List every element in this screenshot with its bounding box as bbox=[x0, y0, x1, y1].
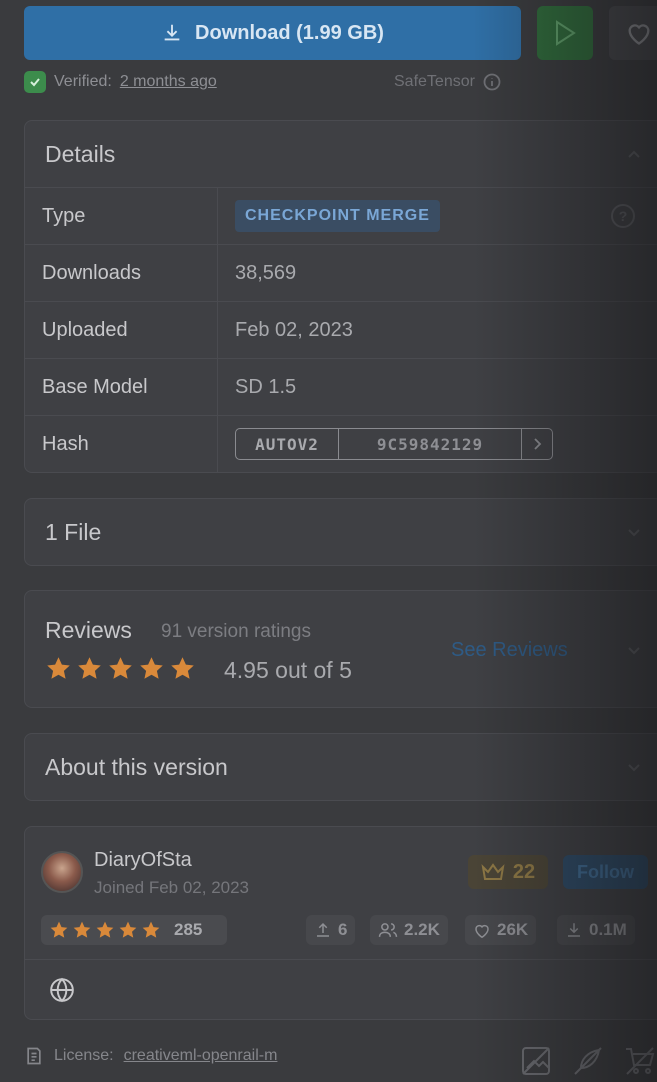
star-icon bbox=[47, 657, 70, 679]
globe-icon[interactable] bbox=[49, 977, 75, 1003]
type-badge: CHECKPOINT MERGE bbox=[235, 200, 440, 232]
creator-card: DiaryOfSta Joined Feb 02, 2023 22 Follow… bbox=[24, 826, 657, 1020]
star-icon bbox=[50, 921, 68, 938]
license-link[interactable]: creativeml-openrail-m bbox=[124, 1047, 278, 1065]
rating-count: 285 bbox=[174, 920, 203, 939]
star-icon bbox=[171, 657, 194, 679]
star-icon bbox=[96, 921, 114, 938]
upload-icon bbox=[317, 922, 329, 937]
chevron-down-icon[interactable] bbox=[627, 525, 641, 539]
detail-value: SD 1.5 bbox=[217, 359, 657, 415]
details-title: Details bbox=[45, 140, 116, 167]
no-rocket-icon bbox=[574, 1047, 602, 1075]
star-icon bbox=[78, 657, 101, 679]
likes-stat: 26K bbox=[465, 915, 537, 945]
hash-next-button[interactable] bbox=[522, 429, 552, 459]
about-card[interactable]: About this version bbox=[24, 733, 657, 801]
chevron-up-icon[interactable] bbox=[627, 147, 641, 161]
detail-row-base-model: Base Model SD 1.5 bbox=[25, 358, 657, 415]
star-icon bbox=[73, 921, 91, 938]
reviews-count: 91 version ratings bbox=[161, 621, 311, 642]
downloads-stat: 0.1M bbox=[557, 915, 635, 945]
details-card: Details Type CHECKPOINT MERGE ? Download… bbox=[24, 120, 657, 473]
detail-key: Hash bbox=[42, 432, 89, 455]
license-prefix: License: bbox=[54, 1047, 114, 1064]
detail-key: Base Model bbox=[42, 375, 148, 398]
uploads-stat: 6 bbox=[306, 915, 356, 945]
heart-icon bbox=[628, 24, 650, 45]
shield-check-icon bbox=[24, 71, 46, 93]
detail-value: Feb 02, 2023 bbox=[217, 302, 657, 358]
chevron-down-icon[interactable] bbox=[627, 760, 641, 774]
no-cart-icon bbox=[626, 1047, 655, 1075]
creator-name[interactable]: DiaryOfSta bbox=[94, 849, 192, 872]
safetensor-text: SafeTensor bbox=[394, 73, 475, 90]
users-icon bbox=[378, 923, 398, 937]
detail-row-downloads: Downloads 38,569 bbox=[25, 244, 657, 301]
heart-icon bbox=[475, 924, 489, 938]
crown-icon bbox=[481, 863, 505, 880]
verified-date-link[interactable]: 2 months ago bbox=[120, 73, 217, 91]
detail-row-uploaded: Uploaded Feb 02, 2023 bbox=[25, 301, 657, 358]
about-title: About this version bbox=[45, 753, 228, 780]
hash-value[interactable]: 9C59842129 bbox=[339, 429, 522, 459]
avatar[interactable] bbox=[41, 851, 83, 893]
safetensor-label: SafeTensor bbox=[394, 70, 501, 94]
files-title: 1 File bbox=[45, 518, 102, 545]
reviews-score: 4.95 out of 5 bbox=[224, 657, 352, 683]
detail-value-cell: AUTOV2 9C59842129 bbox=[217, 416, 657, 472]
play-button[interactable] bbox=[537, 6, 593, 60]
hash-algo-toggle[interactable]: AUTOV2 bbox=[236, 429, 339, 459]
download-icon bbox=[568, 923, 580, 937]
download-label: Download (1.99 GB) bbox=[195, 21, 384, 44]
follow-button[interactable]: Follow bbox=[563, 855, 648, 889]
creator-rank-badge: 22 bbox=[468, 855, 548, 889]
license-row: License: creativeml-openrail-m bbox=[24, 1044, 277, 1068]
info-icon[interactable] bbox=[483, 73, 501, 91]
reviews-title: Reviews bbox=[45, 617, 132, 643]
download-button[interactable]: Download (1.99 GB) bbox=[24, 6, 521, 60]
downloads-count: 0.1M bbox=[589, 920, 627, 939]
about-header[interactable]: About this version bbox=[25, 734, 657, 800]
detail-key: Type bbox=[42, 204, 86, 227]
license-icon bbox=[27, 1047, 41, 1065]
help-icon[interactable]: ? bbox=[611, 204, 635, 228]
star-icon bbox=[140, 657, 163, 679]
star-icon bbox=[142, 921, 160, 938]
uploads-count: 6 bbox=[338, 920, 348, 939]
detail-row-hash: Hash AUTOV2 9C59842129 bbox=[25, 415, 657, 472]
detail-row-type: Type CHECKPOINT MERGE ? bbox=[25, 187, 657, 244]
crown-count: 22 bbox=[512, 860, 536, 883]
play-icon bbox=[556, 20, 576, 46]
details-header[interactable]: Details bbox=[25, 121, 657, 187]
creator-joined: Joined Feb 02, 2023 bbox=[94, 878, 250, 897]
action-row: Download (1.99 GB) bbox=[24, 6, 657, 60]
star-icon bbox=[109, 657, 132, 679]
reviews-card: Reviews 91 version ratings 4.95 out of 5… bbox=[24, 590, 657, 708]
no-image-icon bbox=[522, 1047, 550, 1075]
download-icon bbox=[164, 24, 180, 41]
files-header[interactable]: 1 File bbox=[25, 499, 657, 565]
detail-value-cell: CHECKPOINT MERGE ? bbox=[217, 188, 657, 244]
review-stars bbox=[45, 655, 196, 682]
followers-stat: 2.2K bbox=[370, 915, 448, 945]
detail-key: Downloads bbox=[42, 261, 141, 284]
see-reviews-link[interactable]: See Reviews bbox=[451, 639, 568, 662]
like-button[interactable] bbox=[609, 6, 657, 60]
detail-key: Uploaded bbox=[42, 318, 128, 341]
verified-prefix: Verified: bbox=[54, 73, 112, 90]
star-icon bbox=[119, 921, 137, 938]
chevron-down-icon[interactable] bbox=[627, 643, 641, 657]
hash-widget: AUTOV2 9C59842129 bbox=[235, 428, 553, 460]
followers-count: 2.2K bbox=[404, 920, 440, 939]
license-restrictions bbox=[519, 1044, 657, 1078]
divider bbox=[25, 959, 657, 960]
detail-value: 38,569 bbox=[217, 245, 657, 301]
creator-rating: 285 bbox=[41, 915, 227, 945]
chevron-right-icon bbox=[534, 438, 542, 450]
files-card[interactable]: 1 File bbox=[24, 498, 657, 566]
likes-count: 26K bbox=[497, 920, 529, 939]
